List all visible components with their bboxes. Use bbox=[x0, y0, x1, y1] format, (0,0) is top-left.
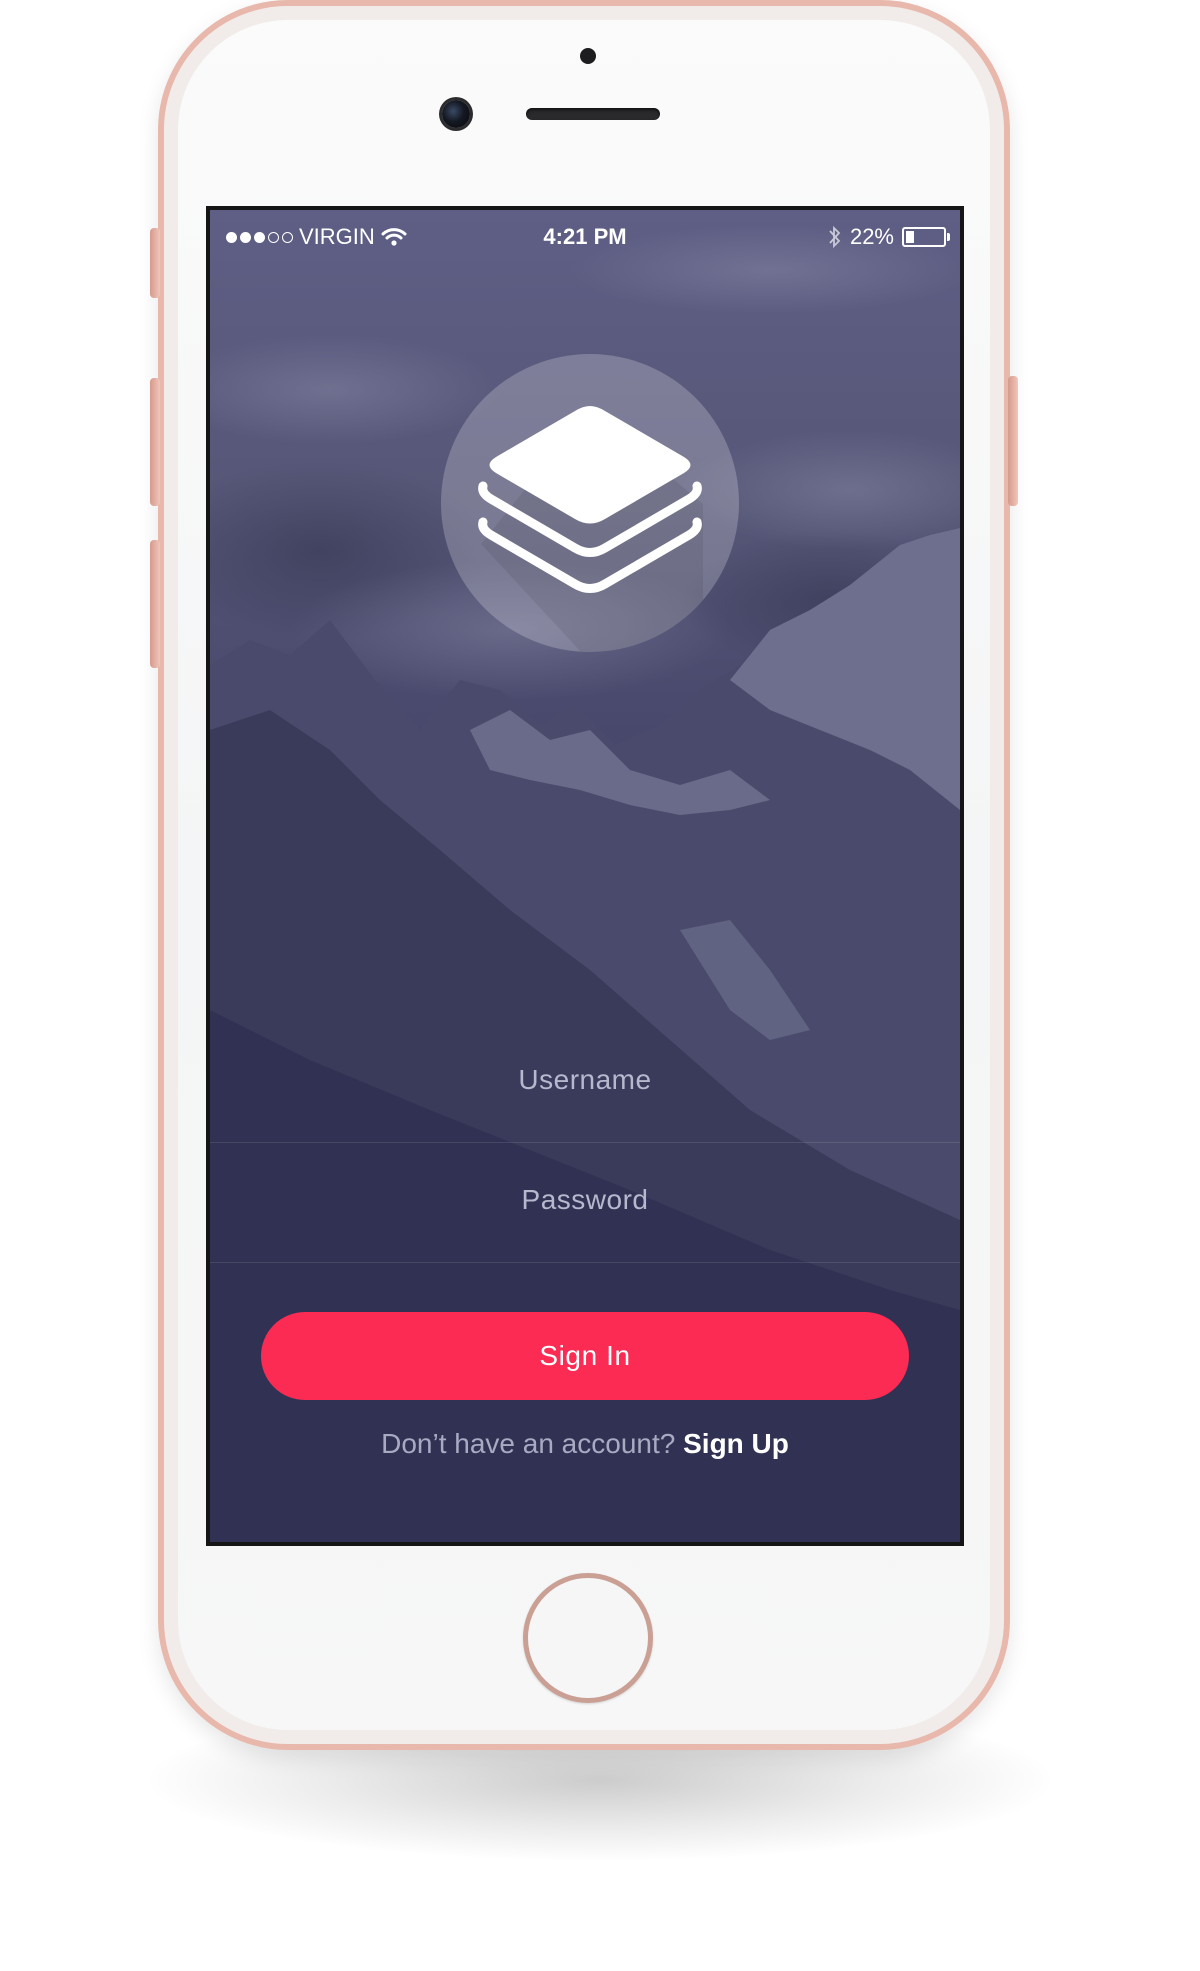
username-field[interactable]: Username bbox=[210, 1064, 960, 1096]
home-button[interactable] bbox=[523, 1573, 653, 1703]
bluetooth-icon bbox=[829, 225, 841, 249]
password-placeholder: Password bbox=[521, 1184, 649, 1215]
status-right: 22% bbox=[828, 224, 950, 250]
signup-prompt: Don’t have an account? bbox=[381, 1428, 676, 1459]
proximity-sensor bbox=[580, 48, 596, 64]
battery-fill bbox=[906, 231, 914, 243]
volume-up-button bbox=[150, 378, 160, 506]
app-screen: VIRGIN 4:21 PM 22% Username Password Sig… bbox=[206, 206, 964, 1546]
volume-down-button bbox=[150, 540, 160, 668]
front-camera-icon bbox=[442, 100, 470, 128]
layers-icon bbox=[478, 406, 703, 652]
password-divider bbox=[210, 1262, 960, 1263]
earpiece-speaker bbox=[526, 108, 660, 120]
signup-row: Don’t have an account? Sign Up bbox=[210, 1428, 960, 1460]
status-bar: VIRGIN 4:21 PM 22% bbox=[210, 210, 960, 260]
battery-percent: 22% bbox=[849, 224, 894, 249]
username-divider bbox=[210, 1142, 960, 1143]
sign-in-label: Sign In bbox=[539, 1340, 631, 1371]
sign-in-button[interactable]: Sign In bbox=[261, 1312, 909, 1400]
battery-icon bbox=[902, 227, 950, 247]
mute-switch bbox=[150, 228, 160, 298]
password-field[interactable]: Password bbox=[210, 1184, 960, 1216]
power-button bbox=[1008, 376, 1018, 506]
app-logo bbox=[441, 354, 739, 652]
username-placeholder: Username bbox=[518, 1064, 652, 1095]
sign-up-link[interactable]: Sign Up bbox=[683, 1428, 789, 1459]
